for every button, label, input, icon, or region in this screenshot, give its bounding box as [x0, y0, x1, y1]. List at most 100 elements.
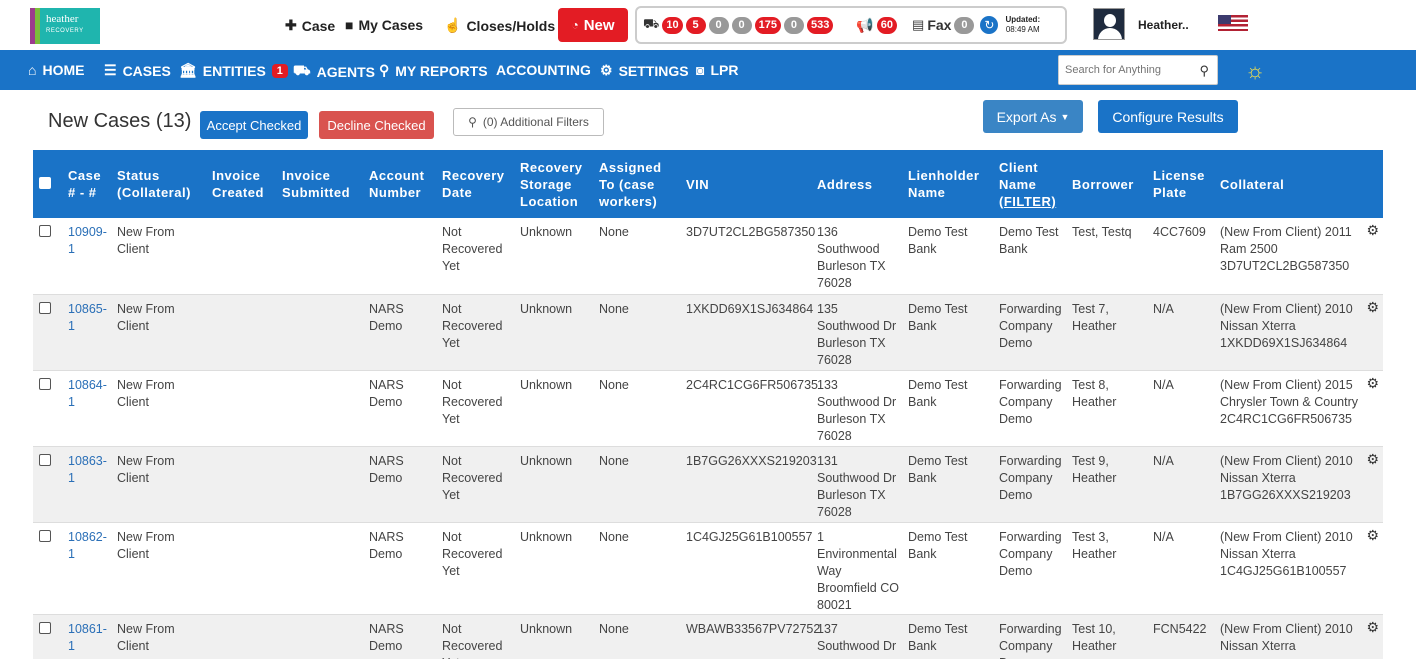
cell-vin: 3D7UT2CL2BG587350	[686, 225, 816, 239]
col-client-name[interactable]: Client Name (FILTER)	[996, 150, 1069, 218]
cell-license-plate: N/A	[1153, 377, 1174, 392]
counter-pill[interactable]: 0	[783, 16, 804, 34]
counter-pill[interactable]: 5	[685, 16, 706, 34]
col-assigned-to[interactable]: Assigned To (case workers)	[596, 150, 673, 218]
row-gear-icon[interactable]: ⚙	[1366, 527, 1379, 544]
col-account-number[interactable]: Account Number	[366, 150, 439, 218]
col-vin[interactable]: VIN	[673, 150, 814, 218]
table-row: 10863-1 New From Client NARS Demo Not Recov…	[33, 446, 1383, 523]
row-checkbox[interactable]	[39, 377, 51, 390]
nav-agents[interactable]: ⛟ AGENTS	[293, 62, 375, 81]
row-gear-icon[interactable]: ⚙	[1366, 619, 1379, 636]
cell-assigned-to: None	[599, 301, 629, 316]
fax-label[interactable]: Fax	[927, 17, 951, 33]
cell-case-link[interactable]: 10861-1	[68, 622, 107, 653]
user-name[interactable]: Heather..	[1138, 18, 1189, 32]
col-storage-location[interactable]: Recovery Storage Location	[517, 150, 596, 218]
nav-settings[interactable]: ⚙ SETTINGS	[600, 62, 689, 79]
col-collateral[interactable]: Collateral	[1217, 150, 1383, 218]
cell-case-link[interactable]: 10909-1	[68, 225, 107, 256]
table-row: 10862-1 New From Client NARS Demo Not Recov…	[33, 522, 1383, 615]
row-checkbox[interactable]	[39, 621, 51, 634]
col-invoice-created[interactable]: Invoice Created	[209, 150, 279, 218]
cell-case-link[interactable]: 10864-1	[68, 378, 107, 409]
cell-license-plate: 4CC7609	[1153, 225, 1206, 239]
nav-my-reports[interactable]: ⚲ MY REPORTS	[379, 62, 488, 79]
col-borrower[interactable]: Borrower	[1069, 150, 1150, 218]
cell-license-plate: N/A	[1153, 529, 1174, 544]
cell-case-link[interactable]: 10862-1	[68, 530, 107, 561]
nav-home[interactable]: ⌂ HOME	[28, 62, 84, 78]
row-checkbox[interactable]	[39, 225, 51, 237]
cell-storage-location: Unknown	[520, 453, 573, 468]
cell-recovery-date: Not Recovered Yet	[442, 301, 503, 350]
search-input[interactable]	[1059, 56, 1189, 84]
cell-address: 135 Southwood Dr Burleson TX 76028	[817, 301, 897, 367]
select-all-checkbox[interactable]	[39, 176, 51, 189]
cell-lienholder: Demo Test Bank	[908, 529, 968, 561]
hand-icon: ☝	[444, 17, 462, 33]
col-recovery-date[interactable]: Recovery Date	[439, 150, 517, 218]
row-checkbox[interactable]	[39, 301, 51, 314]
cell-case-link[interactable]: 10863-1	[68, 454, 107, 485]
fax-count[interactable]: 0	[954, 16, 975, 34]
global-search: ⚲	[1058, 55, 1218, 85]
cell-borrower: Test 7, Heather	[1072, 301, 1117, 333]
us-flag-icon[interactable]	[1218, 15, 1248, 31]
nav-lpr[interactable]: ◙ LPR	[696, 62, 738, 78]
cell-storage-location: Unknown	[520, 621, 573, 636]
nav-cases[interactable]: ☰ CASES	[104, 62, 171, 79]
cell-case-link[interactable]: 10865-1	[68, 302, 107, 333]
export-as-dropdown[interactable]: Export As ▼	[983, 100, 1083, 133]
cell-assigned-to: None	[599, 529, 629, 544]
col-case[interactable]: Case # - #	[65, 150, 114, 218]
cell-recovery-date: Not Recovered Yet	[442, 225, 503, 273]
cell-recovery-date: Not Recovered Yet	[442, 377, 503, 426]
counter-pill[interactable]: 0	[708, 16, 729, 34]
configure-results-button[interactable]: Configure Results	[1098, 100, 1238, 133]
row-gear-icon[interactable]: ⚙	[1366, 451, 1379, 468]
cell-vin: WBAWB33567PV72752	[686, 621, 821, 636]
table-row: 10865-1 New From Client NARS Demo Not Recov…	[33, 294, 1383, 371]
camera-icon: ◙	[696, 62, 705, 78]
counter-pill[interactable]: 0	[731, 16, 752, 34]
col-address[interactable]: Address	[814, 150, 905, 218]
accept-checked-button[interactable]: Accept Checked	[200, 111, 308, 139]
col-status[interactable]: Status (Collateral)	[114, 150, 209, 218]
row-gear-icon[interactable]: ⚙	[1366, 299, 1379, 316]
refresh-icon[interactable]: ↻	[980, 16, 999, 34]
row-gear-icon[interactable]: ⚙	[1366, 222, 1379, 239]
search-icon[interactable]: ⚲	[1199, 63, 1209, 79]
sun-icon[interactable]: ☼	[1245, 58, 1265, 84]
cell-recovery-date: Not Recovered Yet	[442, 529, 503, 578]
cell-address: 133 Southwood Dr Burleson TX 76028	[817, 377, 897, 443]
counter-pill[interactable]: 175	[754, 16, 781, 34]
col-lienholder[interactable]: Lienholder Name	[905, 150, 996, 218]
row-checkbox[interactable]	[39, 529, 51, 542]
col-invoice-submitted[interactable]: Invoice Submitted	[279, 150, 366, 218]
counter-pill[interactable]: 533	[806, 16, 834, 34]
avatar[interactable]	[1093, 8, 1125, 40]
nav-accounting[interactable]: ACCOUNTING	[496, 62, 591, 78]
row-checkbox[interactable]	[39, 453, 51, 466]
client-filter-link[interactable]: (FILTER)	[999, 193, 1066, 210]
cell-storage-location: Unknown	[520, 225, 573, 239]
page-title: New Cases (13)	[48, 110, 192, 132]
logo[interactable]: heather RECOVERY	[30, 8, 100, 44]
decline-checked-button[interactable]: Decline Checked	[319, 111, 434, 139]
logo-subtext: RECOVERY	[46, 28, 84, 34]
announcements-count[interactable]: 60	[876, 16, 898, 34]
col-license-plate[interactable]: License Plate	[1150, 150, 1217, 218]
nav-entities[interactable]: 🏛 ENTITIES 1	[179, 62, 288, 79]
my-cases-link[interactable]: ■ My Cases	[345, 17, 423, 33]
add-case-link[interactable]: ✚ Case	[285, 17, 335, 34]
cell-recovery-date: Not Recovered Yet	[442, 621, 503, 659]
row-gear-icon[interactable]: ⚙	[1366, 375, 1379, 392]
new-button[interactable]: ◔ New	[558, 8, 628, 42]
closes-holds-link[interactable]: ☝ Closes/Holds	[444, 17, 555, 34]
top-bar: heather RECOVERY ✚ Case ■ My Cases ☝ Clo…	[0, 0, 1416, 50]
updated-info: Updated: 08:49 AM	[1005, 15, 1041, 34]
cell-borrower: Test, Testq	[1072, 225, 1132, 239]
counter-pill[interactable]: 10	[662, 16, 683, 34]
additional-filters-button[interactable]: ⚲ (0) Additional Filters	[453, 108, 604, 136]
